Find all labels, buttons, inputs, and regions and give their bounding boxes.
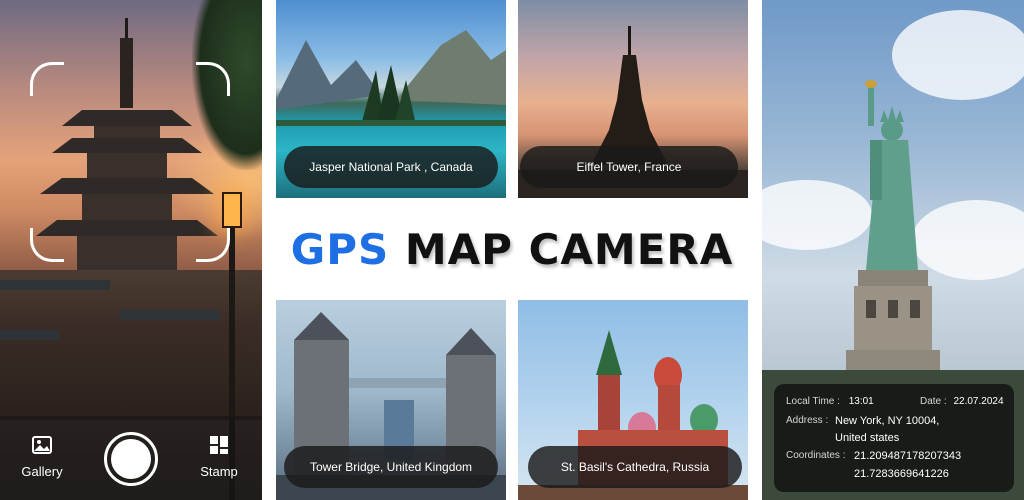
photo-tile-st-basil[interactable]: St. Basil's Cathedra, Russia [518,300,748,500]
gallery-label: Gallery [21,464,63,479]
app-title: GPS MAP CAMERA [262,222,762,278]
tile-caption-text: St. Basil's Cathedra, Russia [560,460,710,474]
focus-frame-corner [196,228,230,262]
longitude-value: 21.7283669641226 [854,468,949,480]
address-label: Address : [786,415,829,426]
coordinates-label: Coordinates : [786,450,846,461]
local-time-value: 13:01 [848,396,874,407]
address-line-2: United states [835,432,900,444]
street-houses [0,270,262,420]
grid-icon [210,436,228,454]
tile-caption-text: Jasper National Park , Canada [309,160,473,174]
tile-caption: St. Basil's Cathedra, Russia [528,446,742,488]
local-time-label: Local Time : [786,396,840,407]
app-title-rest: MAP CAMERA [404,225,734,274]
stamp-button[interactable]: Stamp [187,434,251,479]
photo-tile-tower-bridge[interactable]: Tower Bridge, United Kingdom [276,300,506,500]
gallery-button[interactable]: Gallery [10,434,74,479]
photo-tile-jasper[interactable]: Jasper National Park , Canada [276,0,506,198]
location-stamp-card: Local Time : 13:01 Date : 22.07.2024 Add… [774,384,1014,492]
street-lantern [222,192,242,228]
photo-tile-eiffel[interactable]: Eiffel Tower, France [518,0,748,198]
stamp-label: Stamp [200,464,238,479]
image-icon [32,436,52,454]
latitude-value: 21.209487178207343 [854,450,962,462]
date-value: 22.07.2024 [953,396,1004,407]
address-line-1: New York, NY 10004, [835,415,940,427]
app-title-gps: GPS [290,225,390,274]
tile-caption-text: Eiffel Tower, France [576,160,682,174]
date-label: Date : [920,396,947,407]
tile-caption: Eiffel Tower, France [520,146,738,188]
tile-caption: Jasper National Park , Canada [284,146,498,188]
tile-caption: Tower Bridge, United Kingdom [284,446,498,488]
shutter-button[interactable] [104,432,158,486]
tile-caption-text: Tower Bridge, United Kingdom [309,460,473,474]
